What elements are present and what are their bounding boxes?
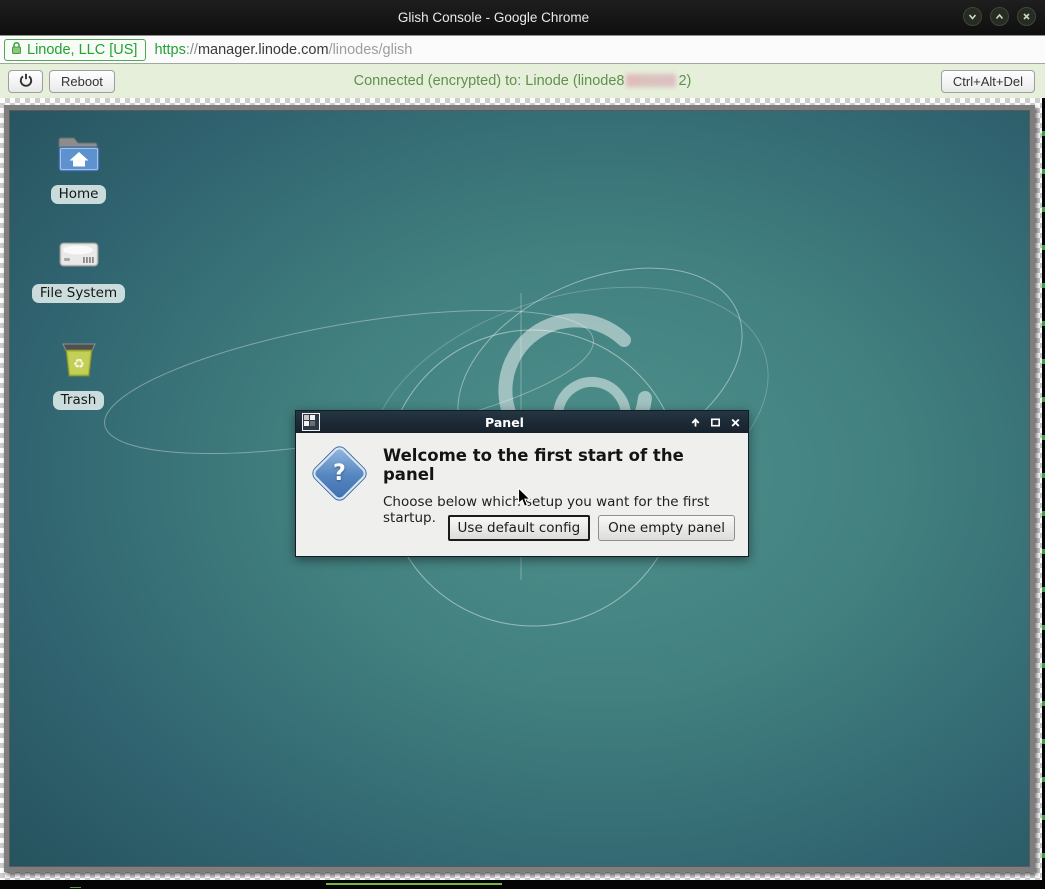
desktop-icon-label: Home (51, 185, 107, 204)
glish-toolbar: Connected (encrypted) to: Linode (linode… (0, 64, 1045, 98)
url-scheme: https (154, 42, 185, 58)
close-button[interactable] (729, 416, 742, 429)
arrow-up-icon (690, 413, 701, 432)
window-titlebar: Glish Console - Google Chrome (0, 0, 1045, 35)
chevron-down-icon (967, 11, 978, 22)
url-separator: :// (186, 42, 198, 58)
dialog-button-row: Use default config One empty panel (448, 515, 735, 541)
panel-dialog-controls (689, 416, 742, 429)
lock-icon (11, 40, 22, 59)
square-icon (710, 413, 721, 432)
url-text[interactable]: https :// manager.linode.com /linodes/gl… (154, 42, 412, 58)
url-host: manager.linode.com (198, 42, 329, 58)
video-edge-artifact-bottom (0, 880, 1045, 889)
svg-text:♻: ♻ (73, 357, 85, 372)
xfce-panel-icon (302, 413, 320, 431)
desktop-icon-home[interactable]: Home (31, 136, 126, 204)
security-badge[interactable]: Linode, LLC [US] (4, 39, 146, 61)
trash-bin-icon: ♻ (58, 341, 100, 383)
chevron-up-icon (994, 11, 1005, 22)
security-badge-label: Linode, LLC [US] (27, 42, 137, 58)
power-icon (19, 73, 33, 90)
one-empty-panel-button[interactable]: One empty panel (598, 515, 735, 541)
green-dash-artifact (70, 887, 81, 888)
url-path: /linodes/glish (329, 42, 413, 58)
hard-drive-icon (57, 238, 101, 276)
panel-dialog: Panel (295, 410, 749, 557)
ctrl-alt-del-button[interactable]: Ctrl+Alt+Del (941, 70, 1035, 93)
close-icon (1021, 11, 1032, 22)
desktop-icon-trash[interactable]: ♻ Trash (31, 341, 126, 410)
shade-button[interactable] (689, 416, 702, 429)
desktop-icon-label: File System (32, 284, 125, 303)
close-icon (730, 413, 741, 432)
maximize-button[interactable] (709, 416, 722, 429)
close-button[interactable] (1017, 7, 1036, 26)
desktop-icon-file-system[interactable]: File System (31, 238, 126, 303)
connection-status: Connected (encrypted) to: Linode (linode… (0, 64, 1045, 98)
redacted-linode-id (626, 74, 676, 87)
reboot-button[interactable]: Reboot (49, 70, 115, 93)
panel-dialog-titlebar[interactable]: Panel (296, 411, 748, 433)
green-line-artifact (326, 883, 502, 885)
address-bar[interactable]: Linode, LLC [US] https :// manager.linod… (0, 35, 1045, 64)
dialog-heading: Welcome to the first start of the panel (383, 446, 735, 484)
window-controls (963, 7, 1036, 26)
minimize-button[interactable] (963, 7, 982, 26)
maximize-button[interactable] (990, 7, 1009, 26)
power-button[interactable] (8, 70, 43, 93)
panel-dialog-title: Panel (320, 415, 689, 430)
panel-dialog-body: ? Welcome to the first start of the pane… (296, 433, 748, 556)
desktop-icon-label: Trash (53, 391, 105, 410)
use-default-config-button[interactable]: Use default config (448, 515, 591, 541)
console-region: Home File System (0, 98, 1045, 889)
window-title: Glish Console - Google Chrome (0, 0, 1045, 35)
question-diamond-icon: ? (311, 445, 369, 503)
home-folder-icon (57, 136, 101, 177)
vnc-desktop-canvas[interactable]: Home File System (4, 105, 1035, 872)
